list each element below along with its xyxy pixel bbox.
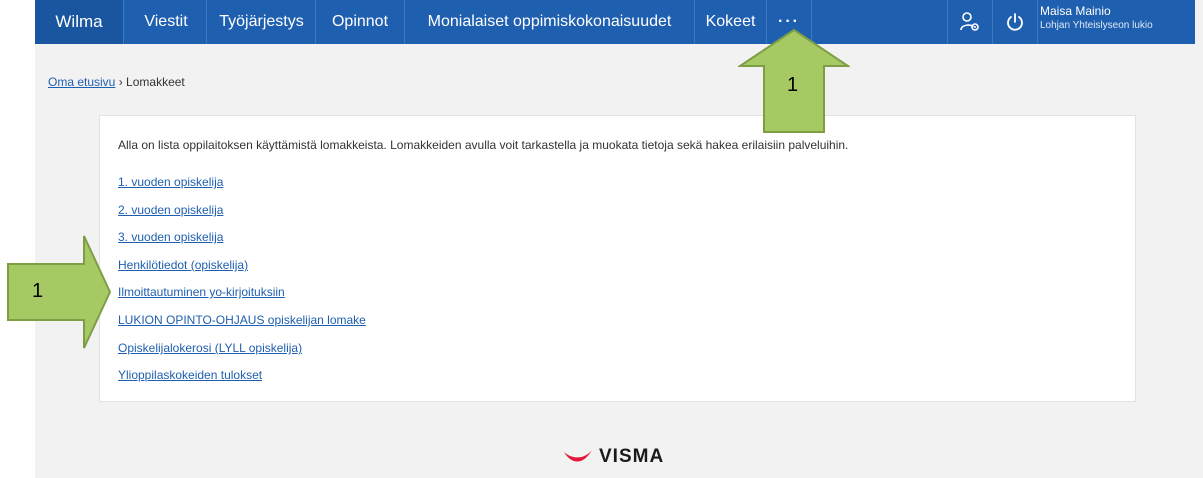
visma-logo-text: VISMA <box>599 446 665 467</box>
breadcrumb-current: Lomakkeet <box>126 75 185 89</box>
user-name: Maisa Mainio <box>1040 4 1111 18</box>
forms-card: Alla on lista oppilaitoksen käyttämistä … <box>99 115 1136 402</box>
nav-divider <box>123 0 124 44</box>
form-link-henkilotiedot[interactable]: Henkilötiedot (opiskelija) <box>118 258 248 272</box>
wilma-home-link[interactable]: Wilma <box>35 0 123 44</box>
visma-logo: VISMA <box>563 444 664 470</box>
power-icon <box>1007 13 1023 31</box>
form-link-yo-tulokset[interactable]: Ylioppilaskokeiden tulokset <box>118 368 262 382</box>
user-menu[interactable]: Maisa Mainio Lohjan Yhteislyseon lukio <box>1040 4 1190 33</box>
up-arrow-callout-number: 1 <box>787 74 799 96</box>
nav-item-tyojarjestys[interactable]: Työjärjestys <box>207 0 316 44</box>
intro-text: Alla on lista oppilaitoksen käyttämistä … <box>118 138 849 152</box>
user-settings-button[interactable] <box>948 0 992 44</box>
user-gear-icon <box>960 12 979 31</box>
right-arrow-callout-shape <box>7 235 112 349</box>
form-link-opiskelijalokero[interactable]: Opiskelijalokerosi (LYLL opiskelija) <box>118 341 302 355</box>
callout-up-arrow: 1 <box>736 28 852 136</box>
breadcrumb: Oma etusivu › Lomakkeet <box>48 75 185 89</box>
visma-swoosh-icon <box>564 450 592 462</box>
form-link-2[interactable]: 2. vuoden opiskelija <box>118 203 223 217</box>
form-link-opinto-ohjaus[interactable]: LUKION OPINTO-OHJAUS opiskelijan lomake <box>118 313 366 327</box>
logout-button[interactable] <box>993 0 1037 44</box>
breadcrumb-separator: › <box>118 75 123 89</box>
form-link-3[interactable]: 3. vuoden opiskelija <box>118 230 223 244</box>
user-school: Lohjan Yhteislyseon lukio <box>1040 20 1153 31</box>
nav-item-viestit[interactable]: Viestit <box>136 0 196 44</box>
callout-right-arrow: 1 <box>6 232 112 352</box>
form-link-yo-ilmoittautuminen[interactable]: Ilmoittautuminen yo-kirjoituksiin <box>118 285 285 299</box>
nav-item-monialaiset[interactable]: Monialaiset oppimiskokonaisuudet <box>405 0 694 44</box>
nav-divider <box>1037 0 1038 44</box>
right-arrow-callout-number: 1 <box>32 280 44 302</box>
form-link-1[interactable]: 1. vuoden opiskelija <box>118 175 223 189</box>
top-navigation: Wilma Viestit Työjärjestys Opinnot Monia… <box>35 0 1195 44</box>
nav-item-opinnot[interactable]: Opinnot <box>316 0 404 44</box>
breadcrumb-home-link[interactable]: Oma etusivu <box>48 75 115 89</box>
